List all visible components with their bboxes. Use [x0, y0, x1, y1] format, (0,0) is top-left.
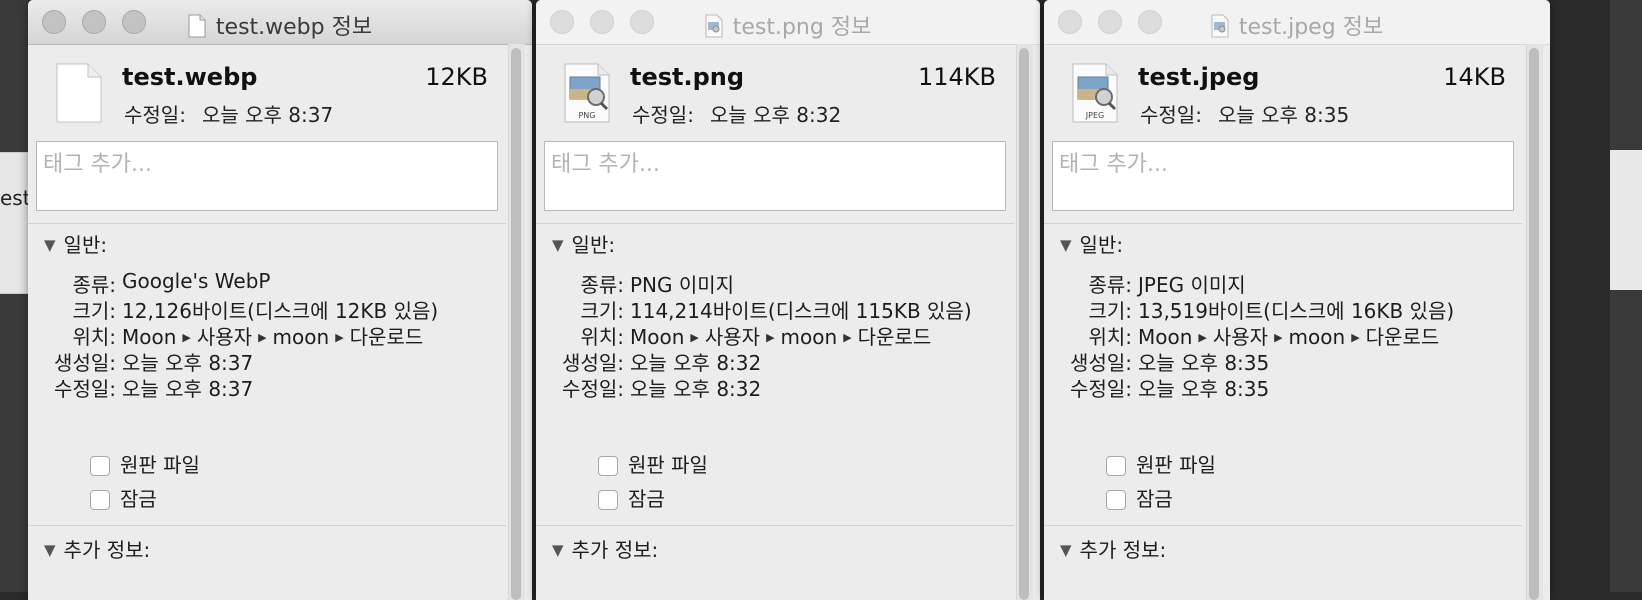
- scrollbar-thumb[interactable]: [1019, 48, 1029, 600]
- checkbox[interactable]: [1106, 456, 1126, 476]
- path-arrow-icon: ▶: [690, 331, 699, 344]
- general-section-toggle[interactable]: ▼ 일반:: [44, 229, 107, 258]
- disclosure-triangle-icon: ▼: [552, 541, 564, 559]
- svg-text:JPEG: JPEG: [1085, 111, 1104, 120]
- scrollbar[interactable]: [1526, 44, 1543, 600]
- background-toolbar-right: [1610, 150, 1642, 290]
- path: Moon ▶ 사용자 ▶ moon ▶ 다운로드: [1138, 325, 1440, 349]
- file-name: test.webp: [122, 63, 258, 91]
- info-window-webp[interactable]: test.webp 정보 test.webp 12KB 수정일: 오늘 오후 8:…: [28, 0, 532, 600]
- image-document-icon: [705, 14, 723, 38]
- stationery-checkbox[interactable]: 원판 파일: [90, 449, 200, 478]
- window-title: test.png 정보: [536, 9, 1040, 41]
- scrollbar[interactable]: [508, 44, 525, 600]
- background-toolbar-left: [0, 152, 28, 294]
- locked-checkbox[interactable]: 잠금: [1106, 483, 1173, 512]
- disclosure-triangle-icon: ▼: [44, 236, 56, 254]
- file-size: 14KB: [1443, 63, 1506, 91]
- svg-text:PNG: PNG: [578, 111, 595, 120]
- checkbox[interactable]: [90, 490, 110, 510]
- modified-label: 수정일:: [124, 103, 186, 127]
- disclosure-triangle-icon: ▼: [1060, 541, 1072, 559]
- window-title: test.webp 정보: [28, 9, 532, 41]
- tags-input[interactable]: 태그 추가...: [544, 141, 1006, 211]
- divider: [536, 525, 1014, 526]
- window-titlebar[interactable]: test.jpeg 정보: [1044, 0, 1550, 45]
- disclosure-triangle-icon: ▼: [552, 236, 564, 254]
- modified-value: 오늘 오후 8:37: [201, 103, 334, 127]
- divider: [28, 223, 506, 224]
- checkbox[interactable]: [598, 490, 618, 510]
- stationery-checkbox[interactable]: 원판 파일: [1106, 449, 1216, 478]
- modified-line: 수정일: 오늘 오후 8:32: [632, 99, 841, 128]
- path: Moon ▶ 사용자 ▶ moon ▶ 다운로드: [630, 325, 932, 349]
- document-icon: [188, 14, 206, 38]
- window-titlebar[interactable]: test.webp 정보: [28, 0, 532, 45]
- more-info-section-toggle[interactable]: ▼ 추가 정보:: [1060, 534, 1166, 563]
- modified-line: 수정일: 오늘 오후 8:37: [124, 99, 333, 128]
- image-document-icon: [1211, 14, 1229, 38]
- locked-checkbox[interactable]: 잠금: [90, 483, 157, 512]
- path-arrow-icon: ▶: [335, 331, 344, 344]
- modified-label: 수정일:: [1140, 103, 1202, 127]
- divider: [536, 223, 1014, 224]
- more-info-section-toggle[interactable]: ▼ 추가 정보:: [552, 534, 658, 563]
- modified-line: 수정일: 오늘 오후 8:35: [1140, 99, 1349, 128]
- background-window-right: [1610, 0, 1642, 592]
- file-name: test.png: [630, 63, 745, 91]
- scrollbar[interactable]: [1016, 44, 1033, 600]
- disclosure-triangle-icon: ▼: [1060, 236, 1072, 254]
- path-arrow-icon: ▶: [1351, 331, 1360, 344]
- tags-input[interactable]: 태그 추가...: [36, 141, 498, 211]
- tags-input[interactable]: 태그 추가...: [1052, 141, 1514, 211]
- path-arrow-icon: ▶: [843, 331, 852, 344]
- info-window-png[interactable]: test.png 정보 PNG test.png 114KB 수정일: 오늘 오후…: [536, 0, 1040, 600]
- window-title: test.jpeg 정보: [1044, 9, 1550, 41]
- divider: [28, 525, 506, 526]
- file-name: test.jpeg: [1138, 63, 1260, 91]
- png-image-icon: PNG: [564, 63, 610, 123]
- locked-checkbox[interactable]: 잠금: [598, 483, 665, 512]
- general-section-toggle[interactable]: ▼ 일반:: [1060, 229, 1123, 258]
- file-size: 114KB: [917, 63, 996, 91]
- jpeg-image-icon: JPEG: [1072, 63, 1118, 123]
- path-arrow-icon: ▶: [182, 331, 191, 344]
- checkbox[interactable]: [598, 456, 618, 476]
- path: Moon ▶ 사용자 ▶ moon ▶ 다운로드: [122, 325, 424, 349]
- window-titlebar[interactable]: test.png 정보: [536, 0, 1040, 45]
- more-info-section-toggle[interactable]: ▼ 추가 정보:: [44, 534, 150, 563]
- background-window-left: [0, 0, 28, 592]
- file-size: 12KB: [425, 63, 488, 91]
- info-window-jpeg[interactable]: test.jpeg 정보 JPEG test.jpeg 14KB 수정일: 오늘 …: [1044, 0, 1550, 600]
- divider: [1044, 525, 1522, 526]
- scrollbar-thumb[interactable]: [1529, 48, 1539, 600]
- checkbox[interactable]: [90, 456, 110, 476]
- path-arrow-icon: ▶: [1198, 331, 1207, 344]
- divider: [1044, 223, 1522, 224]
- checkbox[interactable]: [1106, 490, 1126, 510]
- path-arrow-icon: ▶: [766, 331, 775, 344]
- disclosure-triangle-icon: ▼: [44, 541, 56, 559]
- modified-label: 수정일:: [632, 103, 694, 127]
- blank-document-icon: [56, 63, 102, 123]
- scrollbar-thumb[interactable]: [511, 48, 521, 600]
- path-arrow-icon: ▶: [258, 331, 267, 344]
- general-section-toggle[interactable]: ▼ 일반:: [552, 229, 615, 258]
- modified-value: 오늘 오후 8:35: [1217, 103, 1350, 127]
- stationery-checkbox[interactable]: 원판 파일: [598, 449, 708, 478]
- modified-value: 오늘 오후 8:32: [709, 103, 842, 127]
- path-arrow-icon: ▶: [1274, 331, 1283, 344]
